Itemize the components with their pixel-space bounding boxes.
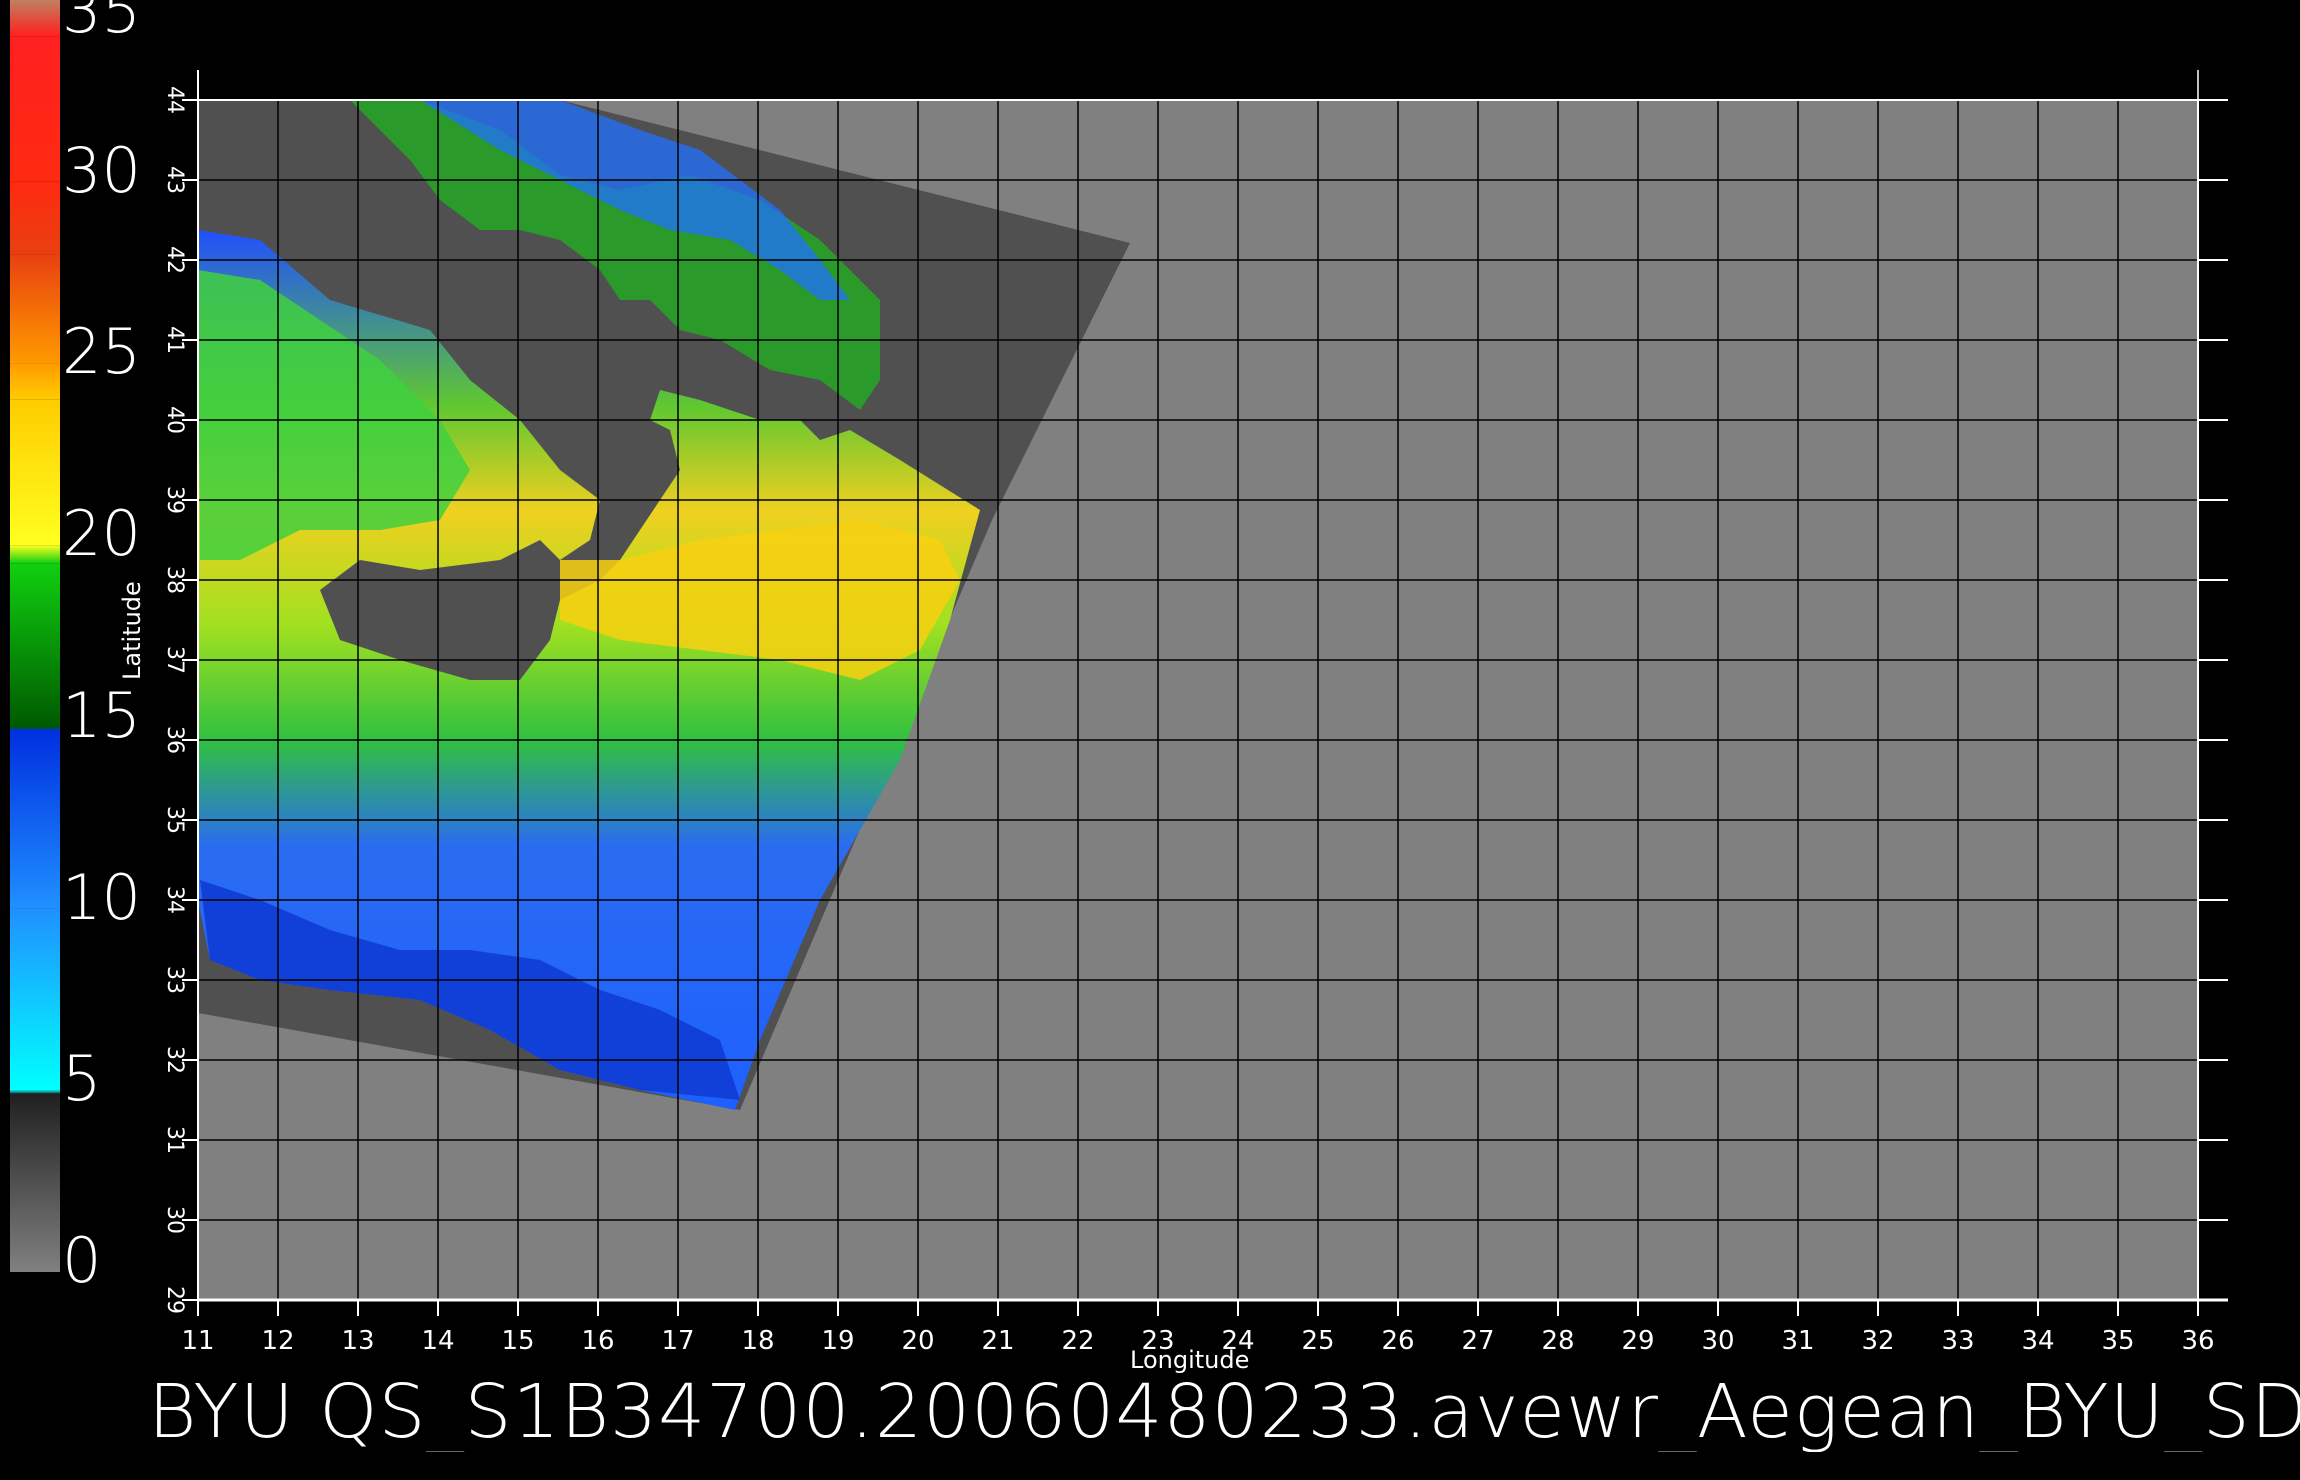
y-tick-label: 40 [162,406,187,434]
footer-title: BYU QS_S1B34700.20060480233.avewr_Aegean… [148,1372,2300,1452]
y-tick-label: 34 [162,886,187,914]
x-tick-label: 17 [661,1326,694,1356]
x-tick-label: 14 [421,1326,454,1356]
y-tick-label: 41 [162,326,187,354]
x-tick-label: 12 [261,1326,294,1356]
x-tick-label: 29 [1621,1326,1654,1356]
x-tick-label: 27 [1461,1326,1494,1356]
x-tick-label: 20 [901,1326,934,1356]
x-tick-label: 11 [181,1326,214,1356]
x-tick-label: 18 [741,1326,774,1356]
x-tick-label: 35 [2101,1326,2134,1356]
x-tick-label: 26 [1381,1326,1414,1356]
x-tick-label: 19 [821,1326,854,1356]
x-tick-label: 34 [2021,1326,2054,1356]
x-tick-label: 36 [2181,1326,2214,1356]
y-tick-label: 43 [162,166,187,194]
x-tick-label: 32 [1861,1326,1894,1356]
x-tick-label: 25 [1301,1326,1334,1356]
wind-speed-map: 11 12 13 14 15 16 17 18 19 20 21 22 23 24 25 26 27 28 29 30… [162,70,2228,1356]
y-tick-label: 37 [162,646,187,674]
y-tick-label: 31 [162,1126,187,1154]
x-tick-label: 28 [1541,1326,1574,1356]
y-tick-label: 35 [162,806,187,834]
x-tick-label: 30 [1701,1326,1734,1356]
y-tick-label: 32 [162,1046,187,1074]
x-tick-label: 13 [341,1326,374,1356]
y-tick-label: 42 [162,246,187,274]
x-tick-label: 16 [581,1326,614,1356]
x-axis-label: Longitude [1130,1346,1250,1374]
y-tick-label: 39 [162,486,187,514]
y-tick-label: 38 [162,566,187,594]
x-tick-label: 31 [1781,1326,1814,1356]
y-tick-label: 36 [162,726,187,754]
y-tick-label: 29 [162,1286,187,1314]
x-tick-label: 15 [501,1326,534,1356]
y-axis-label: Latitude [118,581,146,680]
x-tick-label: 33 [1941,1326,1974,1356]
x-tick-label: 22 [1061,1326,1094,1356]
y-tick-label: 44 [162,86,187,114]
y-tick-label: 33 [162,966,187,994]
x-tick-label: 21 [981,1326,1014,1356]
y-tick-label: 30 [162,1206,187,1234]
